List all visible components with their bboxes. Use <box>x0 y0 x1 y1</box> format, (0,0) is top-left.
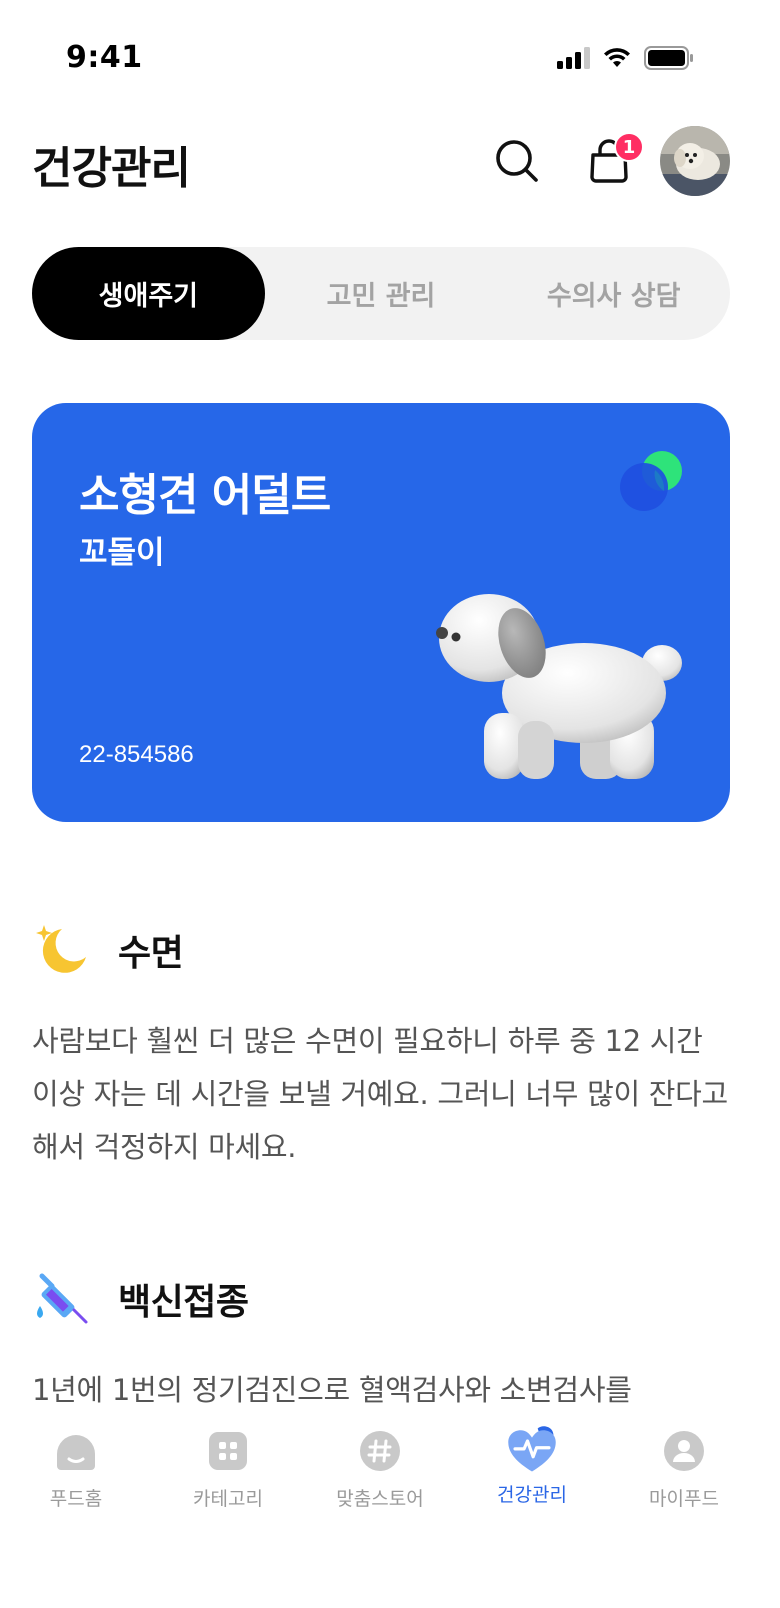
sleep-description: 사람보다 훨씬 더 많은 수면이 필요하니 하루 중 12 시간 이상 자는 데… <box>32 1024 728 1164</box>
pet-photo-avatar <box>660 126 730 196</box>
lifecycle-tabs: 생애주기 고민 관리 수의사 상담 <box>32 247 730 340</box>
nav-label: 마이푸드 <box>649 1488 719 1510</box>
pet-name: 꼬돌이 <box>79 535 165 571</box>
category-grid-icon <box>209 1432 247 1470</box>
battery-icon <box>644 46 693 70</box>
cart-count-badge: 1 <box>614 132 644 162</box>
vaccination-title: 백신접종 <box>118 1282 249 1323</box>
heart-pulse-icon <box>508 1426 556 1472</box>
status-time: 9:41 <box>66 40 143 75</box>
tab-concern-management[interactable]: 고민 관리 <box>265 247 498 340</box>
nav-food-home[interactable]: 푸드홈 <box>0 1408 152 1608</box>
search-icon <box>496 140 538 182</box>
status-bar: 9:41 <box>0 0 780 120</box>
tab-lifecycle[interactable]: 생애주기 <box>32 247 265 340</box>
nav-label: 맞춤스토어 <box>336 1488 424 1510</box>
header: 건강관리 1 <box>32 120 730 204</box>
page-title: 건강관리 <box>32 143 191 194</box>
lifecycle-card[interactable]: 소형견 어덜트 꼬돌이 22-854586 <box>32 403 730 822</box>
nav-label: 카테고리 <box>193 1488 263 1510</box>
pet-id-number: 22-854586 <box>79 741 194 768</box>
sleep-title: 수면 <box>118 933 184 974</box>
sleep-section-header: 수면 <box>32 921 184 979</box>
tab-vet-consult[interactable]: 수의사 상담 <box>497 247 730 340</box>
nav-health-care[interactable]: 건강관리 <box>456 1408 608 1608</box>
nav-category[interactable]: 카테고리 <box>152 1408 304 1608</box>
user-profile-icon <box>664 1431 704 1471</box>
syringe-icon <box>37 1273 88 1324</box>
nav-label: 건강관리 <box>497 1484 567 1506</box>
brand-circles-icon <box>620 451 682 511</box>
avatar[interactable] <box>660 126 730 196</box>
hashtag-icon <box>360 1431 400 1471</box>
status-icons <box>557 46 694 70</box>
crescent-moon-icon <box>36 925 86 973</box>
wifi-icon <box>604 48 630 67</box>
cart-button[interactable]: 1 <box>582 132 644 188</box>
bottom-navigation: 푸드홈 카테고리 맞춤스토어 건강관리 마이푸드 <box>0 1408 780 1608</box>
vaccination-section-header: 백신접종 <box>32 1270 249 1328</box>
search-button[interactable] <box>490 134 544 188</box>
nav-custom-store[interactable]: 맞춤스토어 <box>304 1408 456 1608</box>
nav-label: 푸드홈 <box>49 1488 103 1510</box>
nav-my-food[interactable]: 마이푸드 <box>608 1408 760 1608</box>
dog-illustration <box>436 594 682 779</box>
lifecycle-stage-title: 소형견 어덜트 <box>79 470 331 521</box>
cellular-signal-icon <box>557 47 590 69</box>
food-home-icon <box>57 1435 95 1470</box>
